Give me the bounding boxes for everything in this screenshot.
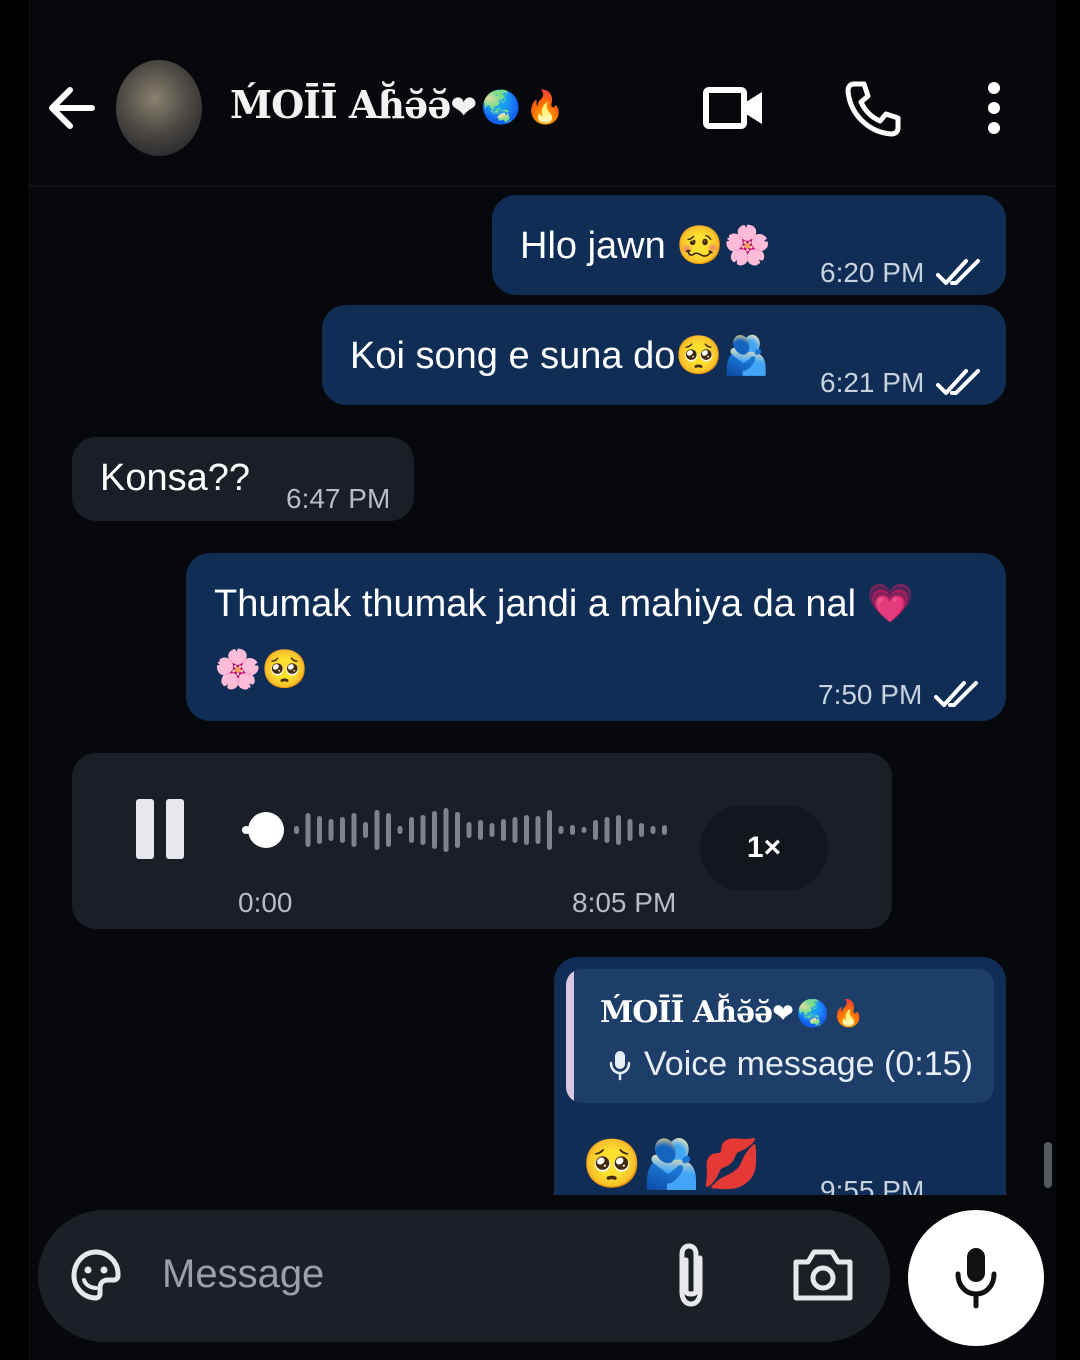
outgoing-message[interactable]: Koi song e suna do🥺🫂 6:21 PM [322, 305, 1006, 405]
double-check-icon [936, 369, 980, 395]
incoming-message[interactable]: Konsa?? 6:47 PM [72, 437, 414, 521]
voice-waveform[interactable] [232, 803, 672, 857]
message-text: Thumak thumak jandi a mahiya da nal 💗 [214, 581, 914, 626]
message-emoji: 💗 [866, 581, 915, 625]
waveform-bar [558, 826, 564, 834]
message-time: 8:05 PM [572, 887, 677, 918]
waveform-bar [328, 819, 334, 841]
message-text-body: Koi song e suna do [350, 335, 676, 377]
contact-name[interactable]: ḾOĪĪ Aɦ̆ə̆ə̆❤🌏🔥 [230, 82, 569, 127]
record-voice-button[interactable] [908, 1210, 1044, 1346]
waveform-bar [616, 815, 621, 845]
phone-icon[interactable] [840, 78, 904, 138]
waveform-bar [443, 808, 449, 852]
quoted-sender-emoji: ❤🌏🔥 [772, 999, 868, 1029]
waveform-bar [478, 820, 483, 840]
message-emoji: 🥺🫂💋 [582, 1136, 762, 1192]
camera-icon[interactable] [792, 1246, 854, 1302]
waveform-bar [374, 810, 380, 850]
message-text-body: Hlo jawn [520, 225, 666, 267]
mic-small-icon [609, 1051, 631, 1081]
waveform-bar [455, 812, 460, 848]
quoted-message[interactable]: ḾOĪĪ Aɦ̆ə̆ə̆❤🌏🔥 Voice message (0:15) [566, 969, 994, 1103]
quoted-text: Voice message (0:15) [644, 1045, 973, 1083]
waveform-bar [501, 819, 506, 841]
waveform-bar [466, 822, 472, 838]
message-list[interactable]: Hlo jawn 🥴🌸 6:20 PM Koi song e suna do🥺🫂… [28, 187, 1056, 1195]
waveform-bar [593, 820, 598, 840]
waveform-bar [547, 810, 552, 850]
back-arrow-icon[interactable] [42, 78, 102, 138]
outgoing-message[interactable]: Hlo jawn 🥴🌸 6:20 PM [492, 195, 1006, 295]
scrollbar[interactable] [1044, 1142, 1052, 1188]
avatar[interactable] [116, 60, 202, 156]
waveform-bar [397, 826, 403, 834]
playback-speed-button[interactable]: 1× [700, 805, 828, 891]
message-time: 6:20 PM [820, 257, 925, 288]
waveform-bar [650, 826, 656, 834]
message-emoji: 🥴🌸 [676, 223, 771, 267]
waveform-bar [432, 811, 437, 849]
incoming-voice-message[interactable]: 1× 0:00 8:05 PM [72, 753, 892, 929]
quoted-sender-text: ḾOĪĪ Aɦ̆ə̆ə̆ [600, 995, 773, 1030]
chat-screen: ḾOĪĪ Aɦ̆ə̆ə̆❤🌏🔥 Hlo jawn 🥴🌸 6:20 PM Koi … [28, 0, 1056, 1360]
message-emoji: 🥺🫂 [675, 333, 770, 377]
outgoing-reply-message[interactable]: ḾOĪĪ Aɦ̆ə̆ə̆❤🌏🔥 Voice message (0:15) 🥺🫂💋… [554, 957, 1006, 1195]
quoted-sender: ḾOĪĪ Aɦ̆ə̆ə̆❤🌏🔥 [600, 995, 868, 1030]
outgoing-message[interactable]: Thumak thumak jandi a mahiya da nal 💗 🌸🥺… [186, 553, 1006, 721]
waveform-bar [627, 819, 633, 841]
waveform-bar [489, 823, 495, 837]
message-text-body: Thumak thumak jandi a mahiya da nal [214, 583, 857, 625]
waveform-bar [581, 827, 587, 833]
waveform-bar [351, 813, 357, 847]
waveform-bar [305, 813, 311, 847]
waveform-bar [294, 826, 299, 834]
waveform-bar [662, 825, 667, 835]
message-text: Hlo jawn 🥴🌸 [520, 223, 771, 268]
playhead[interactable] [248, 812, 284, 848]
message-emoji-line: 🌸🥺 [214, 647, 309, 691]
message-composer[interactable]: Message [38, 1210, 890, 1342]
message-time: 6:47 PM [286, 483, 391, 514]
message-text: Koi song e suna do🥺🫂 [350, 333, 770, 378]
message-text: Konsa?? [100, 457, 251, 499]
double-check-icon [936, 259, 980, 285]
chat-header: ḾOĪĪ Aɦ̆ə̆ə̆❤🌏🔥 [28, 0, 1056, 187]
waveform-bar [639, 823, 644, 837]
message-input[interactable]: Message [162, 1252, 324, 1297]
mic-icon [955, 1248, 997, 1309]
voice-position: 0:00 [238, 887, 293, 918]
waveform-bar [317, 816, 322, 844]
pause-icon[interactable] [134, 799, 186, 859]
double-check-icon [934, 681, 978, 707]
quote-bar [566, 969, 574, 1103]
waveform-bar [570, 825, 575, 835]
waveform-bar [512, 817, 518, 843]
waveform-bar [604, 817, 610, 843]
waveform-bar [340, 817, 345, 843]
contact-name-emoji: ❤🌏🔥 [450, 88, 569, 126]
attach-icon[interactable] [668, 1240, 714, 1310]
more-vert-icon[interactable] [974, 78, 1014, 138]
contact-name-text: ḾOĪĪ Aɦ̆ə̆ə̆ [230, 82, 451, 127]
video-call-icon[interactable] [702, 78, 766, 138]
waveform-bar [420, 815, 426, 845]
message-time: 9:55 PM [820, 1175, 925, 1195]
waveform-bar [363, 822, 368, 838]
waveform-bar [524, 815, 529, 845]
waveform-bar [535, 816, 541, 844]
message-time: 6:21 PM [820, 367, 925, 398]
message-time: 7:50 PM [818, 679, 923, 710]
sticker-icon[interactable] [66, 1246, 126, 1306]
waveform-bar [409, 817, 414, 843]
waveform-bar [386, 813, 391, 847]
